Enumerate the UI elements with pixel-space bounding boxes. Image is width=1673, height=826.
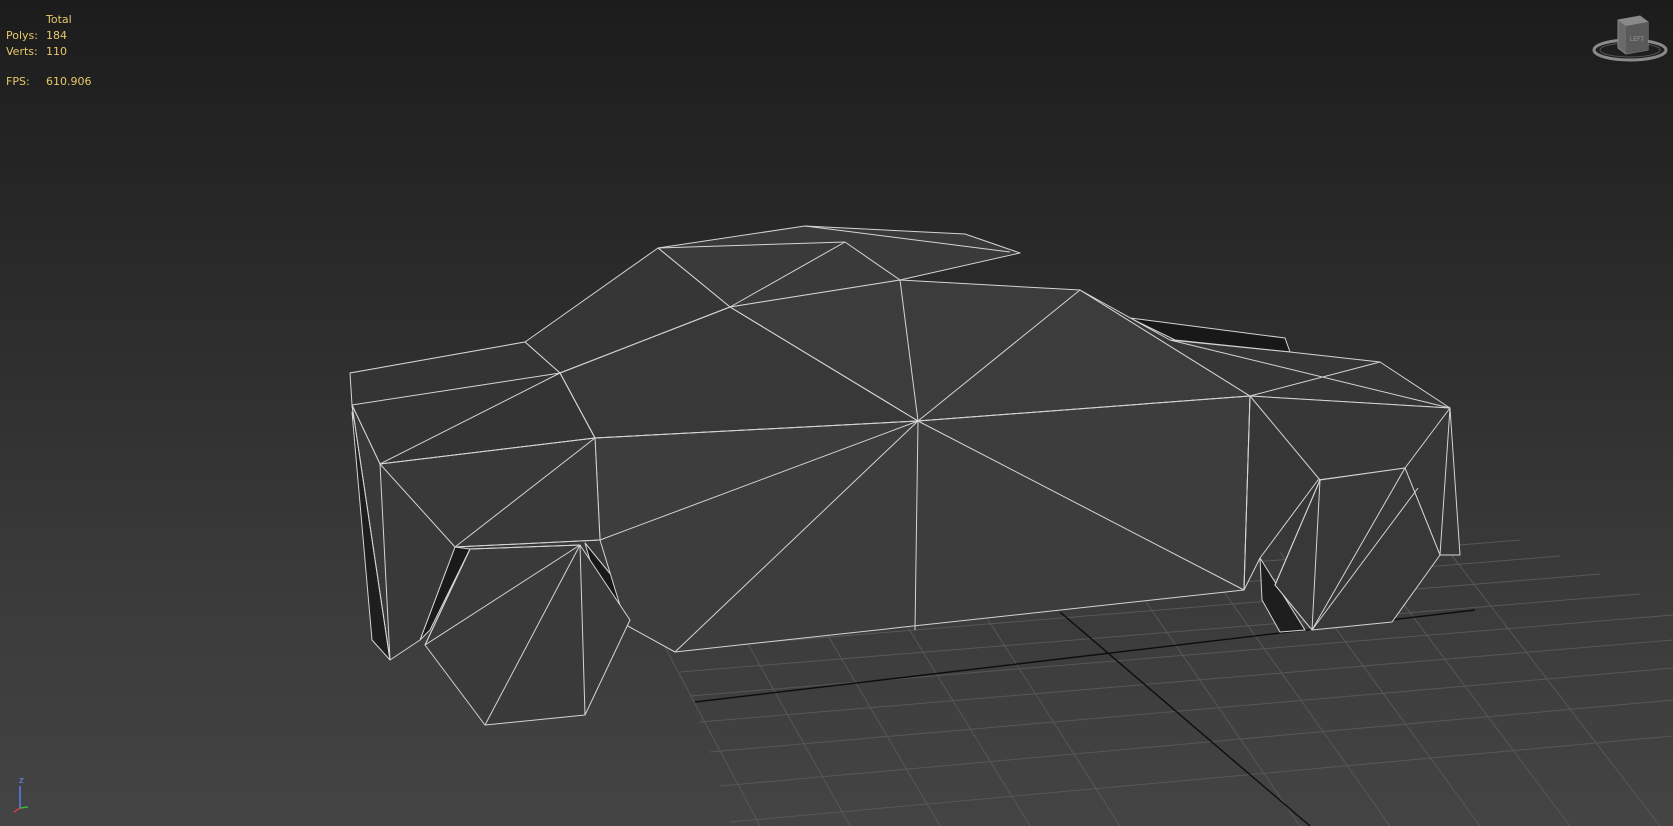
verts-value: 110 <box>46 45 67 58</box>
verts-label: Verts: <box>6 45 38 58</box>
z-axis-label: z <box>19 776 24 786</box>
viewcube-icon[interactable]: LEFT <box>1590 10 1670 70</box>
fps-value: 610.906 <box>46 75 92 88</box>
axis-tripod-icon: z <box>13 776 29 813</box>
fps-label: FPS: <box>6 75 30 88</box>
car-mesh[interactable] <box>349 225 1461 726</box>
viewport-3d[interactable] <box>0 0 1673 826</box>
stats-header: Total <box>46 13 72 26</box>
polys-label: Polys: <box>6 29 38 42</box>
viewcube-face-label: LEFT <box>1630 36 1644 43</box>
grid-axes <box>694 609 1476 826</box>
polys-value: 184 <box>46 29 67 42</box>
